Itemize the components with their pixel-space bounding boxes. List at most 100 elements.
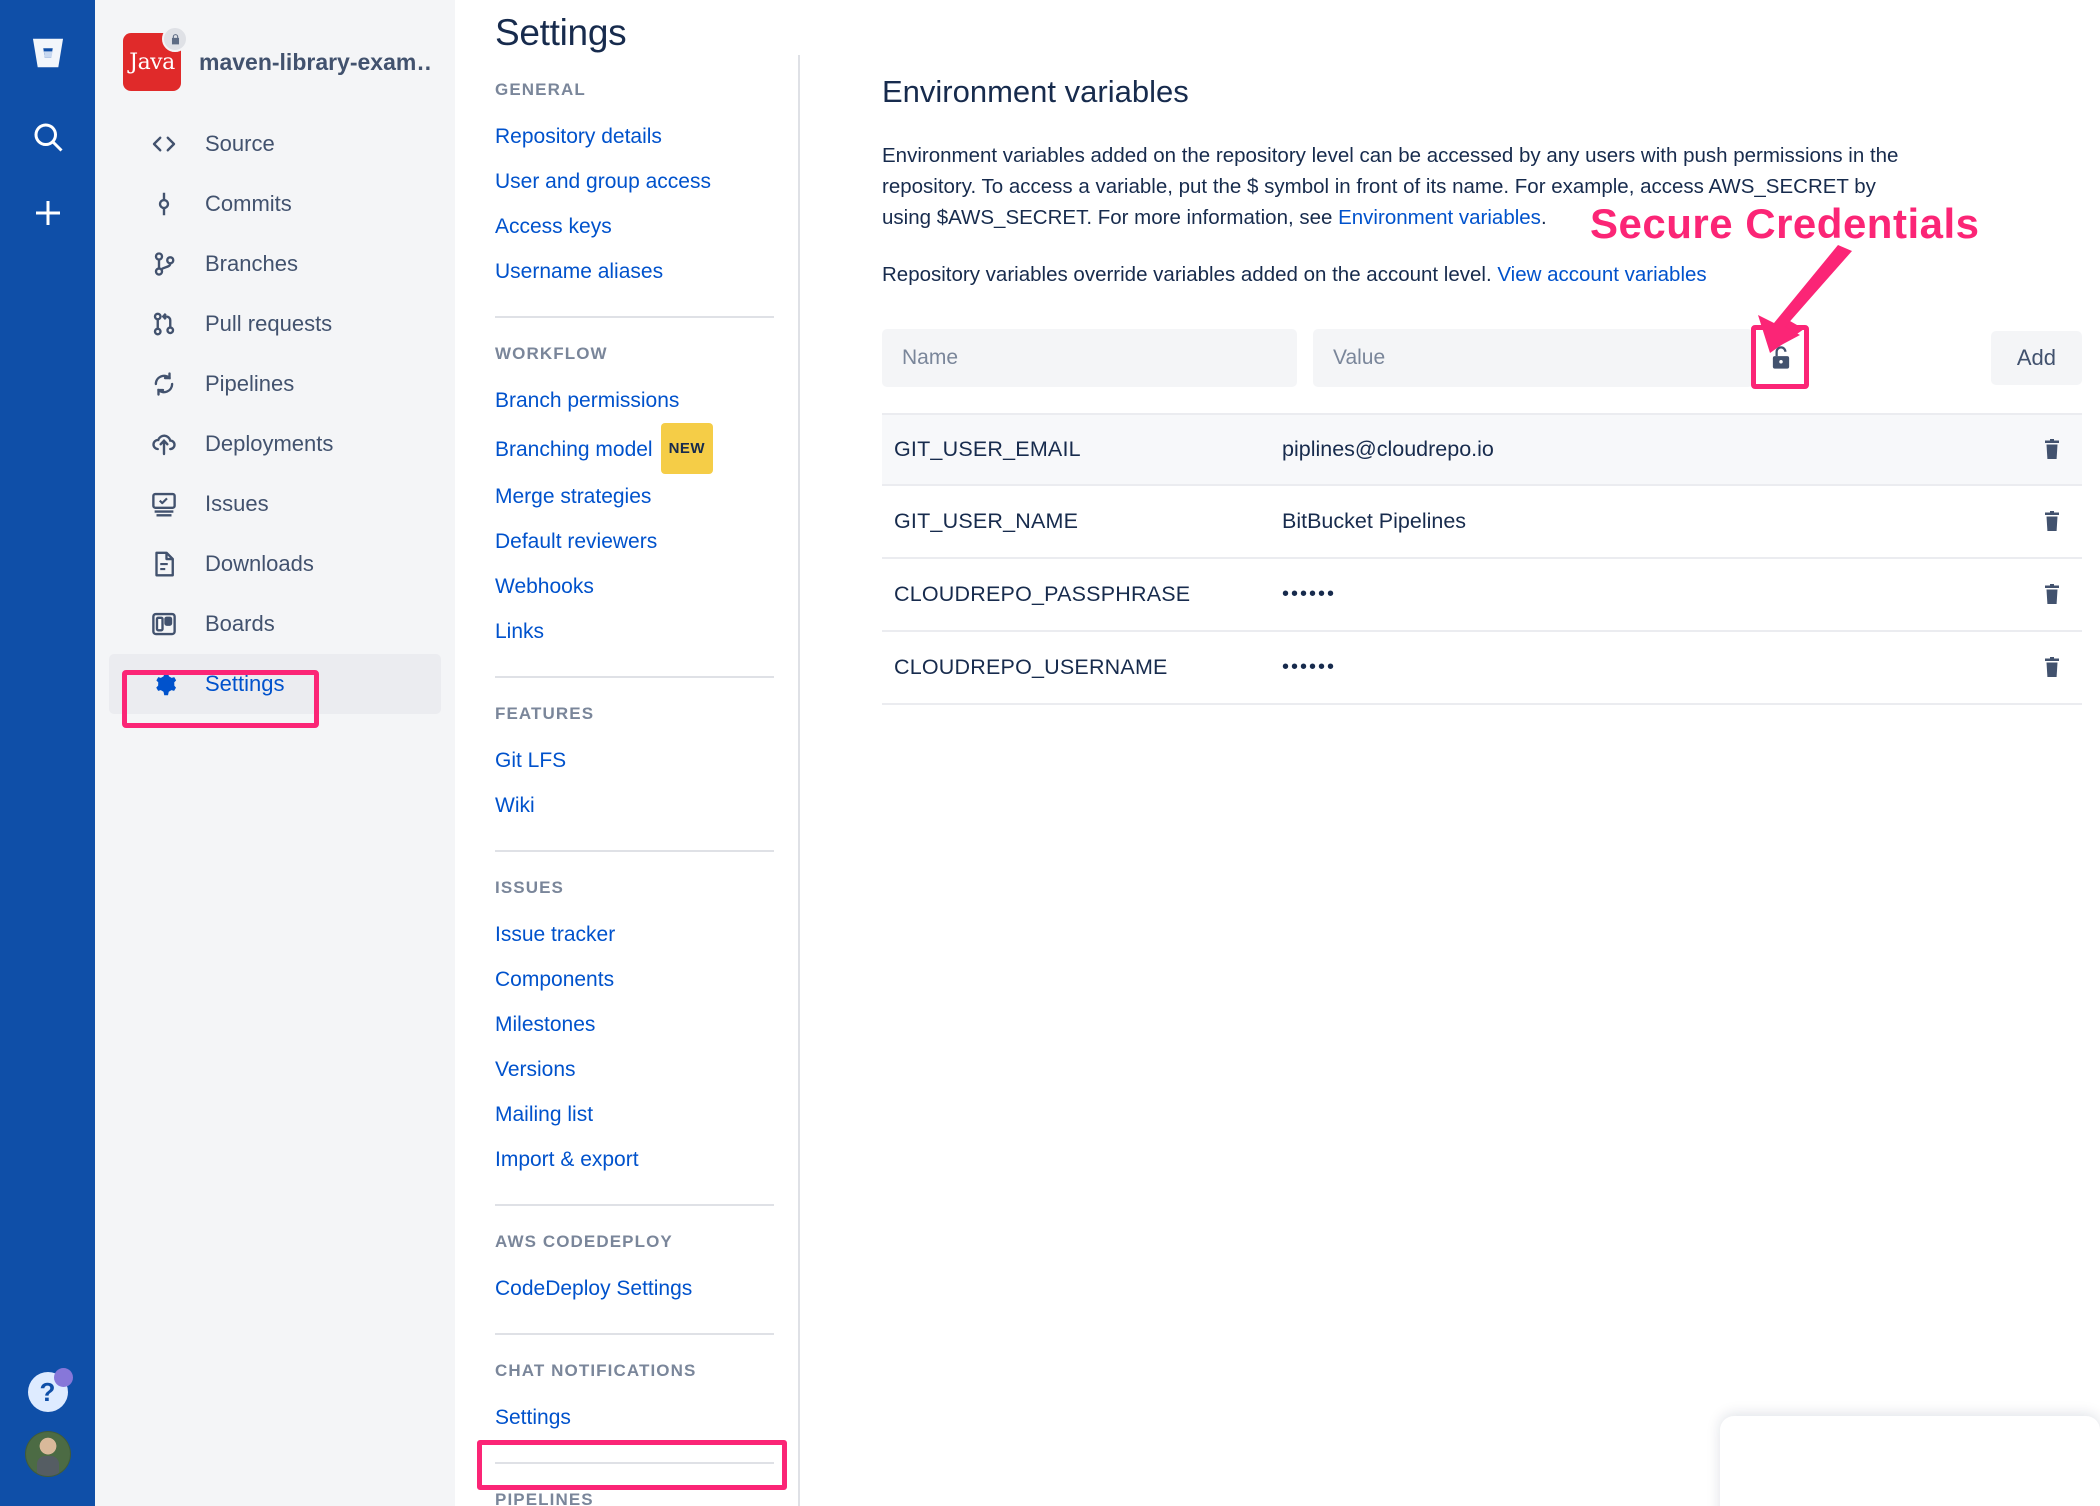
sidebar-item-label: Issues <box>205 491 269 516</box>
variable-name: GIT_USER_NAME <box>894 508 1079 533</box>
sidebar-item-label: Commits <box>205 191 292 216</box>
settings-link-branching-model[interactable]: Branching model NEW <box>495 423 774 474</box>
settings-section-workflow: WORKFLOW Branch permissions Branching mo… <box>495 318 774 678</box>
sidebar-item-label: Pipelines <box>205 371 295 396</box>
settings-link-wiki[interactable]: Wiki <box>495 783 774 828</box>
settings-navigation-panel: Settings GENERAL Repository details User… <box>455 0 800 1506</box>
pipelines-refresh-icon <box>149 369 191 399</box>
settings-link-user-and-group-access[interactable]: User and group access <box>495 159 774 204</box>
table-row[interactable]: GIT_USER_NAME BitBucket Pipelines <box>882 486 2082 559</box>
settings-section-features: FEATURES Git LFS Wiki <box>495 678 774 852</box>
sidebar-item-source[interactable]: Source <box>109 114 441 174</box>
repository-header[interactable]: Java maven-library-exam… <box>95 26 455 98</box>
section-header: WORKFLOW <box>495 344 608 363</box>
sidebar-item-label: Pull requests <box>205 311 333 336</box>
settings-link-username-aliases[interactable]: Username aliases <box>495 249 774 294</box>
settings-section-pipelines: PIPELINES Settings Environment variables… <box>495 1464 774 1506</box>
help-circle-icon[interactable]: ? <box>0 1362 95 1422</box>
file-download-icon <box>149 549 191 579</box>
view-account-variables-link[interactable]: View account variables <box>1497 263 1706 286</box>
annotation-label: Secure Credentials <box>1588 198 1982 250</box>
sidebar-item-label: Deployments <box>205 431 334 456</box>
settings-section-issues: ISSUES Issue tracker Components Mileston… <box>495 852 774 1206</box>
settings-link-git-lfs[interactable]: Git LFS <box>495 738 774 783</box>
variable-value: BitBucket Pipelines <box>1282 508 1467 533</box>
table-row[interactable]: CLOUDREPO_USERNAME •••••• <box>882 632 2082 705</box>
sidebar-item-issues[interactable]: Issues <box>109 474 441 534</box>
section-header: ISSUES <box>495 878 564 897</box>
cloud-upload-icon <box>149 429 191 459</box>
settings-link-milestones[interactable]: Milestones <box>495 1002 774 1047</box>
repo-avatar-label: Java <box>129 49 175 75</box>
bitbucket-logo-icon[interactable] <box>0 22 95 84</box>
global-nav-bottom: ? <box>0 1362 95 1486</box>
sidebar-item-label: Downloads <box>205 551 314 576</box>
section-header: PIPELINES <box>495 1490 594 1506</box>
issues-monitor-icon <box>149 489 191 519</box>
sidebar-item-label: Branches <box>205 251 298 276</box>
repository-name: maven-library-exam… <box>199 48 433 75</box>
settings-link-repository-details[interactable]: Repository details <box>495 114 774 159</box>
sidebar-item-pipelines[interactable]: Pipelines <box>109 354 441 414</box>
lock-icon <box>162 26 188 52</box>
repository-nav-list: Source Commits Branches Pull requests Pi… <box>95 114 455 714</box>
sidebar-item-pull-requests[interactable]: Pull requests <box>109 294 441 354</box>
section-header: FEATURES <box>495 704 595 723</box>
page-title: Settings <box>495 12 627 53</box>
sidebar-item-downloads[interactable]: Downloads <box>109 534 441 594</box>
sidebar-item-deployments[interactable]: Deployments <box>109 414 441 474</box>
sidebar-item-settings[interactable]: Settings <box>109 654 441 714</box>
environment-variables-doc-link[interactable]: Environment variables <box>1338 206 1541 229</box>
trash-icon[interactable] <box>2022 582 2082 606</box>
trash-icon[interactable] <box>2022 509 2082 533</box>
add-variable-form: Name Value Add <box>882 324 2082 389</box>
table-row[interactable]: GIT_USER_EMAIL piplines@cloudrepo.io <box>882 412 2082 486</box>
trash-icon[interactable] <box>2022 437 2082 461</box>
table-row[interactable]: CLOUDREPO_PASSPHRASE •••••• <box>882 559 2082 632</box>
gear-icon <box>149 669 191 699</box>
user-avatar[interactable] <box>0 1422 95 1486</box>
new-badge: NEW <box>660 423 714 474</box>
settings-link-default-reviewers[interactable]: Default reviewers <box>495 519 774 564</box>
trash-icon[interactable] <box>2022 655 2082 679</box>
avatar-image <box>24 1431 71 1477</box>
variable-name-input[interactable]: Name <box>882 328 1297 387</box>
search-icon[interactable] <box>0 106 95 168</box>
settings-link-links[interactable]: Links <box>495 609 774 654</box>
plus-icon[interactable] <box>0 182 95 244</box>
section-header: AWS CODEDEPLOY <box>495 1232 673 1251</box>
variable-name: CLOUDREPO_PASSPHRASE <box>894 581 1191 606</box>
sidebar-item-commits[interactable]: Commits <box>109 174 441 234</box>
settings-link-mailing-list[interactable]: Mailing list <box>495 1092 774 1137</box>
settings-link-merge-strategies[interactable]: Merge strategies <box>495 474 774 519</box>
link-label: Branching model <box>495 438 653 461</box>
settings-link-codedeploy-settings[interactable]: CodeDeploy Settings <box>495 1266 774 1311</box>
repository-avatar: Java <box>123 26 188 91</box>
global-navigation-bar: ? <box>0 0 95 1506</box>
repository-sidebar: Java maven-library-exam… Source Commits … <box>95 0 455 1506</box>
pull-request-icon <box>149 309 191 339</box>
bottom-card-shadow <box>1720 1416 2100 1506</box>
settings-link-import-export[interactable]: Import & export <box>495 1137 774 1182</box>
desc-text: Repository variables override variables … <box>882 263 1498 287</box>
settings-link-branch-permissions[interactable]: Branch permissions <box>495 378 774 423</box>
settings-link-webhooks[interactable]: Webhooks <box>495 564 774 609</box>
variables-table: GIT_USER_EMAIL piplines@cloudrepo.io GIT… <box>882 412 2082 705</box>
settings-link-components[interactable]: Components <box>495 957 774 1002</box>
settings-link-chat-settings[interactable]: Settings <box>495 1395 774 1440</box>
settings-section-chat-notifications: CHAT NOTIFICATIONS Settings <box>495 1335 774 1464</box>
settings-link-issue-tracker[interactable]: Issue tracker <box>495 912 774 957</box>
variable-name: CLOUDREPO_USERNAME <box>894 654 1168 679</box>
sidebar-item-branches[interactable]: Branches <box>109 234 441 294</box>
branch-icon <box>149 249 191 279</box>
variable-name: GIT_USER_EMAIL <box>894 436 1081 461</box>
variable-value-input[interactable]: Value <box>1313 328 1753 387</box>
code-brackets-icon <box>149 129 191 159</box>
desc-period: . <box>1540 206 1547 230</box>
sidebar-item-label: Source <box>205 131 275 156</box>
sidebar-item-boards[interactable]: Boards <box>109 594 441 654</box>
settings-link-versions[interactable]: Versions <box>495 1047 774 1092</box>
add-button[interactable]: Add <box>1990 330 2082 385</box>
sidebar-item-label: Boards <box>205 611 275 636</box>
settings-link-access-keys[interactable]: Access keys <box>495 204 774 249</box>
